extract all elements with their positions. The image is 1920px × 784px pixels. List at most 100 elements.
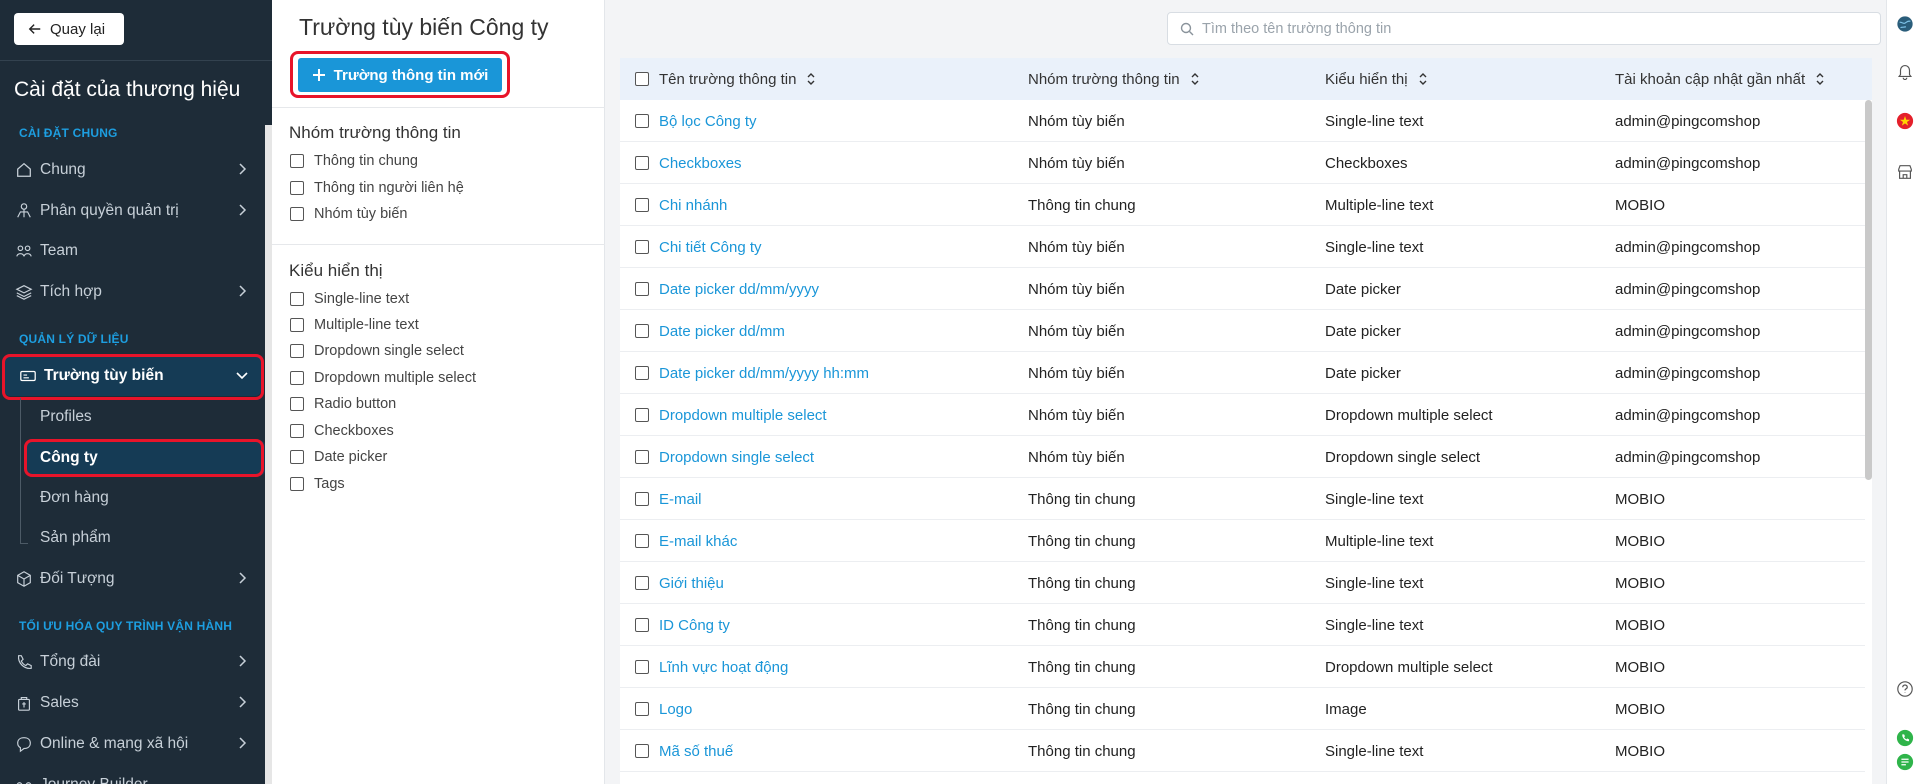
display-filter-option[interactable]: Radio button	[290, 393, 396, 415]
search-box[interactable]	[1167, 12, 1881, 45]
sidebar-scrollbar[interactable]	[265, 125, 272, 784]
checkbox[interactable]	[290, 154, 304, 168]
table-row[interactable]: ID Công ty Thông tin chung Single-line t…	[620, 604, 1865, 646]
row-checkbox[interactable]	[635, 660, 649, 674]
field-name-link[interactable]: Dropdown multiple select	[659, 394, 827, 436]
display-filter-option[interactable]: Date picker	[290, 446, 387, 468]
field-name-link[interactable]: ID Công ty	[659, 604, 730, 646]
table-row[interactable]: Giới thiệu Thông tin chung Single-line t…	[620, 562, 1865, 604]
checkbox[interactable]	[290, 424, 304, 438]
sidebar-item-tong-dai[interactable]: Tổng đài	[0, 642, 265, 682]
field-name-link[interactable]: E-mail	[659, 478, 702, 520]
group-filter-option[interactable]: Thông tin chung	[290, 150, 418, 172]
table-row[interactable]: Bộ lọc Công ty Nhóm tùy biến Single-line…	[620, 100, 1865, 142]
group-filter-option[interactable]: Thông tin người liên hệ	[290, 177, 464, 199]
sidebar-item-team[interactable]: Team	[0, 231, 265, 271]
checkbox[interactable]	[290, 371, 304, 385]
table-row[interactable]: Chi tiết Công ty Nhóm tùy biến Single-li…	[620, 226, 1865, 268]
globe-avatar-icon[interactable]	[1895, 14, 1915, 34]
sidebar-subitem-cong-ty[interactable]: Công ty	[26, 441, 265, 475]
table-row[interactable]: Checkboxes Nhóm tùy biến Checkboxes admi…	[620, 142, 1865, 184]
sort-icon[interactable]	[1815, 72, 1825, 86]
table-row[interactable]: E-mail Thông tin chung Single-line text …	[620, 478, 1865, 520]
table-row[interactable]: Dropdown single select Nhóm tùy biến Dro…	[620, 436, 1865, 478]
row-checkbox[interactable]	[635, 156, 649, 170]
new-field-button[interactable]: Trường thông tin mới	[298, 58, 502, 92]
checkbox[interactable]	[290, 292, 304, 306]
column-header-name[interactable]: Tên trường thông tin	[659, 58, 816, 100]
call-icon[interactable]	[1895, 728, 1915, 748]
sidebar-item-chung[interactable]: Chung	[0, 150, 265, 190]
table-row[interactable]: Date picker dd/mm/yyyy hh:mm Nhóm tùy bi…	[620, 352, 1865, 394]
table-scrollbar[interactable]	[1865, 100, 1872, 480]
checkbox[interactable]	[290, 450, 304, 464]
field-name-link[interactable]: Bộ lọc Công ty	[659, 100, 757, 142]
sort-icon[interactable]	[806, 72, 816, 86]
column-header-account[interactable]: Tài khoản cập nhật gần nhất	[1615, 58, 1825, 100]
display-filter-option[interactable]: Multiple-line text	[290, 314, 419, 336]
table-row[interactable]: E-mail khác Thông tin chung Multiple-lin…	[620, 520, 1865, 562]
display-filter-option[interactable]: Single-line text	[290, 288, 409, 310]
field-name-link[interactable]: Date picker dd/mm/yyyy	[659, 268, 819, 310]
sidebar-item-online[interactable]: Online & mạng xã hội	[0, 724, 265, 764]
row-checkbox[interactable]	[635, 408, 649, 422]
row-checkbox[interactable]	[635, 324, 649, 338]
display-filter-option[interactable]: Tags	[290, 473, 345, 495]
sidebar-item-truong-tuy-bien[interactable]: Trường tùy biến	[4, 356, 261, 396]
help-icon[interactable]	[1895, 679, 1915, 699]
field-name-link[interactable]: Lĩnh vực hoạt động	[659, 646, 788, 688]
row-checkbox[interactable]	[635, 198, 649, 212]
field-name-link[interactable]: Logo	[659, 688, 692, 730]
sidebar-item-sales[interactable]: Sales	[0, 683, 265, 723]
row-checkbox[interactable]	[635, 114, 649, 128]
sidebar-item-doi-tuong[interactable]: Đối Tượng	[0, 559, 265, 599]
row-checkbox[interactable]	[635, 702, 649, 716]
field-name-link[interactable]: Date picker dd/mm/yyyy hh:mm	[659, 352, 869, 394]
back-button[interactable]: Quay lại	[14, 13, 124, 45]
row-checkbox[interactable]	[635, 618, 649, 632]
bell-icon[interactable]	[1895, 61, 1915, 81]
sidebar-subitem-profiles[interactable]: Profiles	[26, 400, 265, 434]
row-checkbox[interactable]	[635, 366, 649, 380]
row-checkbox[interactable]	[635, 450, 649, 464]
checkbox[interactable]	[290, 207, 304, 221]
row-checkbox[interactable]	[635, 576, 649, 590]
sidebar-item-phan-quyen[interactable]: Phân quyền quản trị	[0, 191, 265, 231]
field-name-link[interactable]: Chi tiết Công ty	[659, 226, 762, 268]
column-header-type[interactable]: Kiểu hiển thị	[1325, 58, 1428, 100]
field-name-link[interactable]: Mã số thuế	[659, 730, 733, 772]
search-input[interactable]	[1202, 20, 1842, 37]
table-row[interactable]: Logo Thông tin chung Image MOBIO	[620, 688, 1865, 730]
display-filter-option[interactable]: Dropdown single select	[290, 340, 464, 362]
store-icon[interactable]	[1895, 162, 1915, 182]
column-header-group[interactable]: Nhóm trường thông tin	[1028, 58, 1200, 100]
field-name-link[interactable]: Chi nhánh	[659, 184, 727, 226]
table-row[interactable]: Chi nhánh Thông tin chung Multiple-line …	[620, 184, 1865, 226]
field-name-link[interactable]: Checkboxes	[659, 142, 742, 184]
checkbox[interactable]	[290, 477, 304, 491]
sidebar-item-journey[interactable]: Journey Builder	[0, 765, 265, 784]
row-checkbox[interactable]	[635, 534, 649, 548]
checkbox[interactable]	[290, 397, 304, 411]
table-row[interactable]: Dropdown multiple select Nhóm tùy biến D…	[620, 394, 1865, 436]
row-checkbox[interactable]	[635, 282, 649, 296]
display-filter-option[interactable]: Checkboxes	[290, 420, 394, 442]
checkbox[interactable]	[290, 181, 304, 195]
sidebar-subitem-don-hang[interactable]: Đơn hàng	[26, 481, 265, 515]
checkbox[interactable]	[290, 344, 304, 358]
message-icon[interactable]	[1895, 752, 1915, 772]
sort-icon[interactable]	[1418, 72, 1428, 86]
checkbox[interactable]	[290, 318, 304, 332]
table-row[interactable]: Date picker dd/mm/yyyy Nhóm tùy biến Dat…	[620, 268, 1865, 310]
group-filter-option[interactable]: Nhóm tùy biến	[290, 203, 408, 225]
vietnam-flag-icon[interactable]	[1895, 111, 1915, 131]
sidebar-subitem-san-pham[interactable]: Sản phẩm	[26, 521, 265, 555]
row-checkbox[interactable]	[635, 240, 649, 254]
field-name-link[interactable]: E-mail khác	[659, 520, 737, 562]
table-row[interactable]: Lĩnh vực hoạt động Thông tin chung Dropd…	[620, 646, 1865, 688]
sidebar-item-tich-hop[interactable]: Tích hợp	[0, 272, 265, 312]
display-filter-option[interactable]: Dropdown multiple select	[290, 367, 476, 389]
select-all-checkbox[interactable]	[635, 72, 649, 86]
table-row[interactable]: Mã số thuế Thông tin chung Single-line t…	[620, 730, 1865, 772]
row-checkbox[interactable]	[635, 744, 649, 758]
